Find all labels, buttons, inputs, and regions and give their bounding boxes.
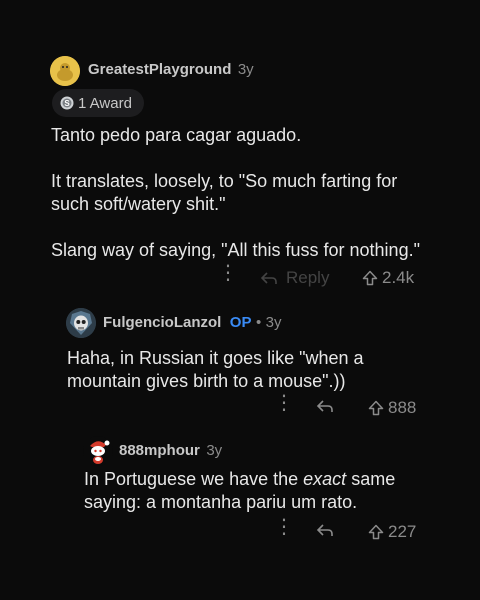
reply-icon	[260, 272, 277, 284]
avatar[interactable]	[66, 308, 96, 338]
upvote-icon	[368, 400, 384, 416]
comment-body-line: It translates, loosely, to "So much fart…	[51, 171, 398, 191]
upvote-button[interactable]: 227	[368, 522, 416, 542]
username[interactable]: FulgencioLanzol	[103, 314, 221, 331]
silver-award-icon: S	[60, 96, 74, 110]
comment-body-line: Haha, in Russian it goes like "when a	[67, 348, 364, 368]
skull-avatar-icon	[66, 308, 96, 338]
comment-body-line: saying: a montanha pariu um rato.	[84, 492, 358, 512]
reply-icon	[316, 524, 333, 536]
snoo-avatar-icon	[90, 440, 110, 464]
reply-button[interactable]	[316, 522, 334, 538]
more-options-button[interactable]: ⋮	[218, 262, 238, 284]
username[interactable]: 888mphour	[119, 442, 200, 459]
more-options-icon: ⋮	[218, 262, 238, 284]
score: 888	[388, 398, 417, 417]
comment-body-line: Tanto pedo para cagar aguado.	[51, 125, 302, 145]
score: 2.4k	[382, 268, 415, 287]
score: 227	[388, 522, 417, 541]
avatar[interactable]	[83, 436, 113, 466]
reply-icon	[316, 400, 333, 412]
body-text-segment: In Portuguese we have the	[84, 469, 304, 489]
svg-text:S: S	[64, 99, 70, 108]
upvote-button[interactable]: 888	[368, 398, 416, 418]
award-badge[interactable]: S 1 Award	[52, 89, 144, 117]
body-text-segment: same	[346, 469, 396, 489]
emphasis-text: exact	[303, 469, 347, 489]
timestamp: 3y	[237, 61, 254, 78]
timestamp: 3y	[265, 314, 282, 331]
reply-button[interactable]: Reply	[260, 268, 329, 288]
timestamp: 3y	[206, 442, 223, 459]
more-options-icon: ⋮	[274, 392, 294, 414]
avatar[interactable]	[50, 56, 80, 86]
reply-label: Reply	[286, 268, 330, 287]
comment-body-line: Slang way of saying, "All this fuss for …	[51, 240, 420, 260]
comment-body-line: In Portuguese we have the exact same	[84, 468, 395, 491]
op-badge: OP	[229, 314, 252, 331]
username[interactable]: GreatestPlayground	[88, 61, 231, 78]
award-label: 1 Award	[78, 94, 132, 112]
more-options-icon: ⋮	[274, 516, 294, 538]
upvote-button[interactable]: 2.4k	[362, 268, 414, 288]
more-options-button[interactable]: ⋮	[274, 392, 294, 414]
separator: •	[255, 314, 262, 331]
comment-body-line: mountain gives birth to a mouse".))	[67, 371, 346, 391]
more-options-button[interactable]: ⋮	[274, 516, 294, 538]
comment-body-line: such soft/watery shit."	[51, 194, 226, 214]
upvote-icon	[362, 270, 378, 286]
upvote-icon	[368, 524, 384, 540]
snoo-avatar-icon	[50, 56, 80, 86]
reply-button[interactable]	[316, 398, 334, 414]
